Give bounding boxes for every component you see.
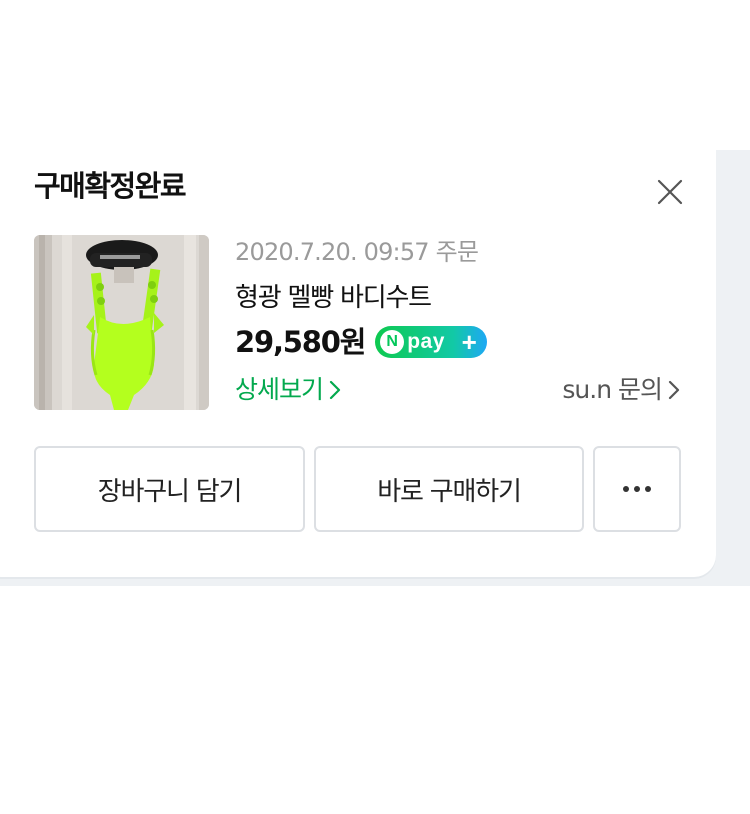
npay-n-icon: N: [380, 330, 405, 354]
npay-plus-badge: N pay +: [375, 326, 488, 358]
close-icon[interactable]: [656, 178, 684, 206]
detail-view-label: 상세보기: [235, 375, 324, 404]
buy-now-button[interactable]: 바로 구매하기: [314, 446, 584, 532]
more-options-button[interactable]: [593, 446, 681, 532]
chevron-right-icon: [668, 380, 680, 400]
add-to-cart-button[interactable]: 장바구니 담기: [34, 446, 305, 532]
order-status-title: 구매확정완료: [34, 169, 187, 203]
product-name[interactable]: 형광 멜빵 바디수트: [235, 280, 432, 316]
detail-view-link[interactable]: 상세보기: [235, 372, 341, 408]
price-row: 29,580원 N pay +: [235, 322, 488, 362]
bodysuit-product-photo: [34, 235, 209, 410]
more-dots-icon: [623, 486, 651, 492]
order-date: 2020.7.20. 09:57 주문: [235, 238, 479, 266]
plus-icon: +: [461, 327, 477, 357]
product-price: 29,580원: [235, 325, 366, 359]
npay-label: pay: [407, 330, 445, 353]
seller-inquiry-label: su.n 문의: [562, 375, 663, 404]
product-thumbnail[interactable]: [34, 235, 209, 410]
seller-inquiry-link[interactable]: su.n 문의: [562, 372, 680, 408]
chevron-right-icon: [329, 380, 341, 400]
